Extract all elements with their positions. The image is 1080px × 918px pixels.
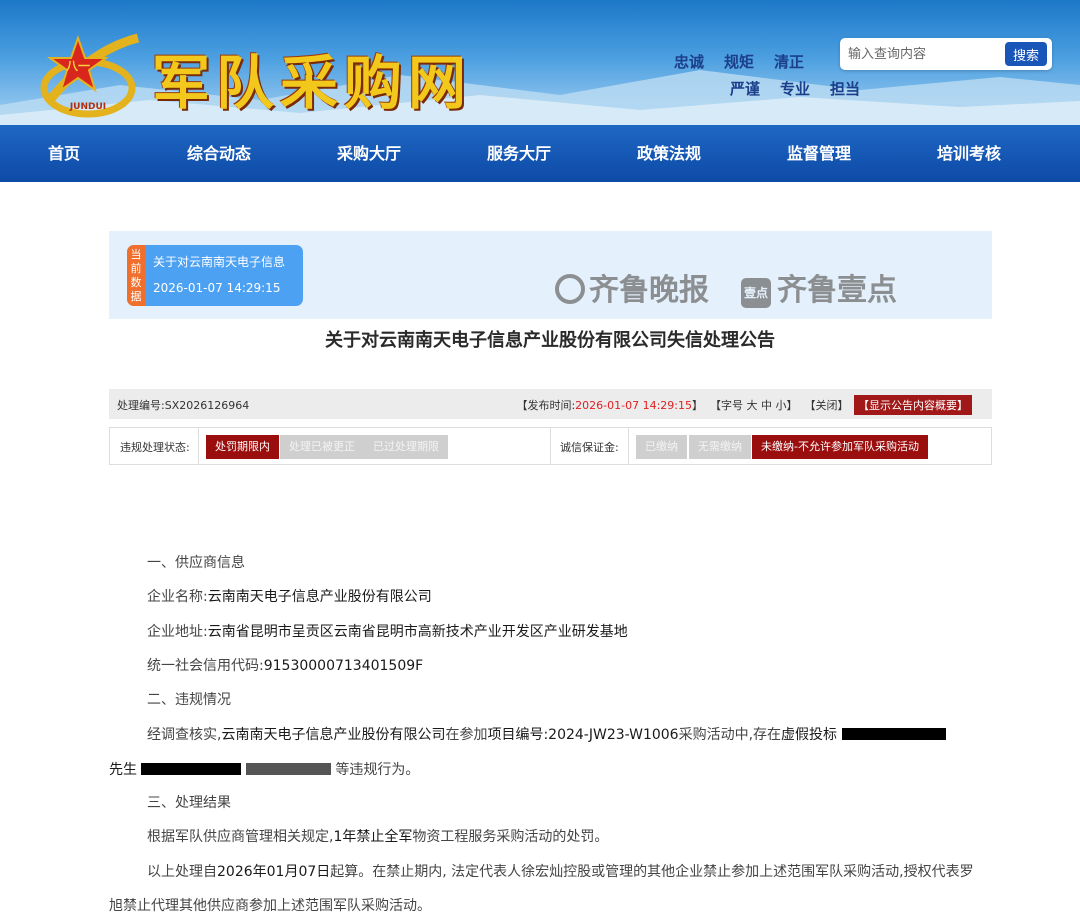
motto-row-2: 严谨 专业 担当 [730, 78, 880, 99]
status-in-penalty[interactable]: 处罚期限内 [206, 435, 279, 459]
font-size-label: 【字号 [710, 399, 743, 412]
motto-word: 担当 [830, 80, 861, 98]
processing-code-label: 处理编号: [117, 399, 165, 412]
yidian-logo-icon: 壹点 [741, 278, 771, 308]
violation-paragraph: 经调查核实,云南南天电子信息产业股份有限公司在参加项目编号:2024-JW23-… [147, 724, 946, 744]
status-table: 违规处理状态: 处罚期限内 处理已被更正 已过处理期限 诚信保证金: 已缴纳 无… [109, 427, 992, 465]
credit-code-row: 统一社会信用代码:91530000713401509F [147, 655, 423, 675]
article-meta-bar: 处理编号:SX2026126964 【发布时间:2026-01-07 14:29… [109, 389, 992, 419]
company-name-row: 企业名称:云南南天电子信息产业股份有限公司 [147, 586, 432, 606]
font-large-link[interactable]: 大 [747, 399, 758, 412]
deposit-paid[interactable]: 已缴纳 [636, 435, 687, 459]
bayi-emblem-icon: 八一 JUNDUI [40, 33, 140, 118]
company-name: 云南南天电子信息产业股份有限公司 [207, 589, 432, 605]
search-box: 搜索 [840, 38, 1052, 70]
redaction-block [245, 763, 331, 775]
divider [198, 428, 199, 464]
penalty-term: 1年禁止全军 [333, 829, 413, 845]
publish-close: 】 [692, 399, 703, 412]
nav-procurement-hall[interactable]: 采购大厅 [294, 125, 444, 182]
close-link[interactable]: 【关闭】 [805, 399, 849, 412]
credit-code-label: 统一社会信用代码: [147, 658, 264, 674]
violation-paragraph-cont: 先生 等违规行为。 [109, 759, 419, 779]
font-small-link[interactable]: 小 [776, 399, 787, 412]
company-name-label: 企业名称: [147, 589, 208, 605]
text-fragment: 根据军队供应商管理相关规定, [147, 829, 334, 845]
deposit-not-required[interactable]: 无需缴纳 [689, 435, 751, 459]
company-address: 云南省昆明市呈贡区云南省昆明市高新技术产业开发区产业研发基地 [207, 624, 628, 640]
nav-supervision[interactable]: 监督管理 [744, 125, 894, 182]
current-data-title: 关于对云南南天电子信息 [153, 255, 286, 269]
motto-word: 清正 [774, 53, 805, 71]
text-fragment: 先生 [109, 762, 137, 778]
text-fragment: 在参加 [445, 727, 488, 743]
watermark-right-text: 齐鲁壹点 [777, 273, 897, 308]
violation-status-label: 违规处理状态: [120, 441, 190, 454]
svg-text:八一: 八一 [65, 59, 90, 73]
processing-code-value: SX2026126964 [164, 399, 250, 412]
show-summary-button[interactable]: 【显示公告内容概要】 [854, 395, 972, 415]
company-name-inline: 云南南天电子信息产业股份有限公司 [221, 727, 446, 743]
deposit-unpaid[interactable]: 未缴纳-不允许参加军队采购活动 [752, 435, 928, 459]
section-heading: 一、供应商信息 [147, 555, 245, 571]
text-fragment: 物资工程服务采购活动的处罚。 [412, 829, 609, 845]
result-paragraph: 根据军队供应商管理相关规定,1年禁止全军物资工程服务采购活动的处罚。 [147, 826, 608, 846]
result-paragraph-2: 以上处理自2026年01月07日起算。在禁止期内, 法定代表人徐宏灿控股或管理的… [147, 861, 974, 881]
nav-training[interactable]: 培训考核 [894, 125, 1044, 182]
section-heading: 三、处理结果 [147, 795, 231, 811]
text-fragment: 起算。在禁止期内, 法定代表人徐宏灿控股或管理的其他企业禁止参加上述范围军队采购… [330, 864, 974, 880]
nav-home[interactable]: 首页 [48, 125, 144, 182]
text-fragment: 以上处理自 [147, 864, 217, 880]
font-size-close: 】 [786, 399, 798, 412]
page-title: 关于对云南南天电子信息产业股份有限公司失信处理公告 [325, 330, 775, 351]
current-data-time: 2026-01-07 14:29:15 [153, 281, 281, 295]
qilu-logo-icon [555, 274, 585, 304]
svg-text:JUNDUI: JUNDUI [69, 102, 106, 112]
divider [628, 428, 629, 464]
current-data-bar: 当前数据 关于对云南南天电子信息 2026-01-07 14:29:15 齐鲁晚… [109, 231, 992, 319]
text-fragment: 经调查核实, [147, 727, 222, 743]
text-fragment: 采购活动中,存在 [678, 727, 782, 743]
watermark-left-text: 齐鲁晚报 [589, 273, 709, 308]
status-corrected[interactable]: 处理已被更正 [280, 435, 364, 459]
watermark-right: 壹点 齐鲁壹点 [741, 265, 897, 308]
motto-word: 忠诚 [674, 53, 705, 71]
result-paragraph-3: 旭禁止代理其他供应商参加上述范围军队采购活动。 [109, 898, 431, 914]
processing-code: 处理编号:SX2026126964 [117, 397, 249, 413]
text-fragment: 等违规行为。 [335, 762, 420, 778]
motto-row-1: 忠诚 规矩 清正 [674, 51, 824, 72]
search-input[interactable] [848, 44, 998, 64]
nav-service-hall[interactable]: 服务大厅 [444, 125, 594, 182]
section-heading: 二、违规情况 [147, 692, 231, 708]
publish-label: 【发布时间: [516, 399, 576, 412]
project-code: 项目编号:2024-JW23-W1006 [487, 727, 679, 743]
violation-type: 虚假投标 [781, 727, 838, 743]
motto-word: 严谨 [730, 80, 761, 98]
redaction-block [841, 728, 946, 740]
current-data-label: 当前数据 [127, 245, 145, 306]
site-header: 八一 JUNDUI 军队采购网 忠诚 规矩 清正 严谨 专业 担当 搜索 [0, 0, 1080, 125]
search-button[interactable]: 搜索 [1005, 42, 1047, 66]
company-address-row: 企业地址:云南省昆明市呈贡区云南省昆明市高新技术产业开发区产业研发基地 [147, 621, 628, 641]
main-nav: 首页 综合动态 采购大厅 服务大厅 政策法规 监督管理 培训考核 [0, 125, 1080, 182]
watermark-left: 齐鲁晚报 [555, 265, 709, 308]
publish-time: 2026-01-07 14:29:15 [575, 399, 692, 412]
motto-word: 规矩 [724, 53, 755, 71]
status-expired[interactable]: 已过处理期限 [364, 435, 448, 459]
site-name: 军队采购网 [152, 49, 473, 117]
article-actions: 【发布时间:2026-01-07 14:29:15】 【字号 大 中 小】 【关… [516, 395, 972, 415]
redaction-block [141, 763, 242, 775]
font-medium-link[interactable]: 中 [761, 399, 772, 412]
deposit-label: 诚信保证金: [560, 441, 619, 454]
current-data-card[interactable]: 当前数据 关于对云南南天电子信息 2026-01-07 14:29:15 [127, 245, 303, 306]
credit-code: 91530000713401509F [263, 658, 424, 674]
nav-news[interactable]: 综合动态 [144, 125, 294, 182]
motto-word: 专业 [780, 80, 811, 98]
divider [550, 428, 551, 464]
company-address-label: 企业地址: [147, 624, 208, 640]
nav-policy[interactable]: 政策法规 [594, 125, 744, 182]
start-date: 2026年01月07日 [217, 864, 331, 880]
